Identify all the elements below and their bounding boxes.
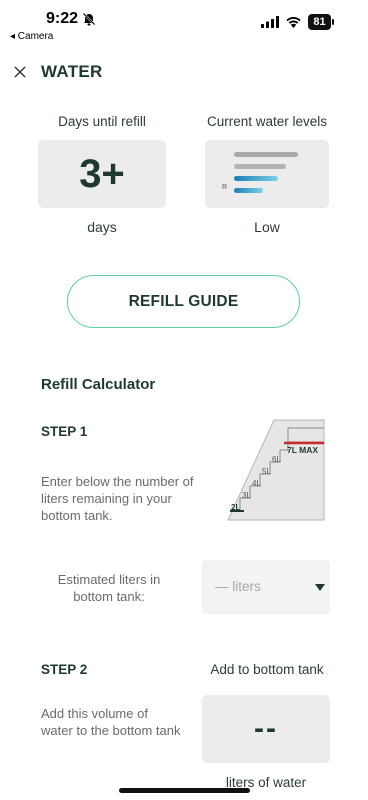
level-bar-1 (234, 152, 298, 157)
status-bar: 9:22 ◂ Camera 81 (0, 0, 368, 44)
wifi-icon (286, 17, 301, 28)
step1-instructions: Enter below the number of liters remaini… (41, 474, 194, 523)
dropdown-arrow-icon (315, 584, 325, 591)
calculator-title: Refill Calculator (41, 376, 156, 393)
refill-days-card: 3+ (38, 140, 166, 208)
level-bar-3 (234, 176, 278, 181)
home-indicator[interactable] (119, 788, 250, 793)
step2-title: STEP 2 (41, 662, 88, 677)
tank-label-7l-max: 7L MAX (287, 445, 318, 455)
add-volume-value: -- (254, 712, 278, 745)
refill-days-unit: days (87, 219, 117, 235)
level-marker: R (222, 184, 227, 191)
add-to-tank-label: Add to bottom tank (210, 662, 324, 677)
refill-days-value: 3+ (79, 151, 125, 196)
page-title: WATER (41, 62, 103, 81)
close-icon[interactable] (12, 64, 28, 80)
refill-guide-button[interactable]: REFILL GUIDE (67, 275, 300, 328)
clock: 9:22 (46, 10, 79, 27)
tank-label-5l: 5L (262, 467, 271, 476)
bell-slash-icon (82, 12, 96, 26)
refill-days-label: Days until refill (58, 114, 146, 129)
water-levels-label: Current water levels (206, 114, 328, 129)
tank-label-3l: 3L (242, 491, 251, 500)
add-volume-card: -- (202, 695, 330, 763)
liters-dropdown[interactable]: — liters (202, 560, 330, 614)
level-bar-2 (234, 164, 286, 169)
cellular-signal-icon (261, 16, 279, 28)
estimated-liters-label: Estimated liters in bottom tank: (57, 572, 161, 604)
battery-icon: 81 (308, 14, 334, 30)
level-bar-4 (234, 188, 263, 193)
dropdown-value: — liters (215, 579, 261, 594)
step2-instructions: Add this volume of water to the bottom t… (41, 706, 181, 738)
tank-label-4l: 4L (252, 479, 261, 488)
water-level-status: Low (254, 219, 280, 235)
tank-staircase-diagram: 2L 3L 4L 5L 6L 7L MAX (227, 419, 325, 521)
back-to-app-link[interactable]: ◂ Camera (10, 31, 53, 42)
battery-level: 81 (308, 14, 331, 30)
step1-title: STEP 1 (41, 424, 88, 439)
water-levels-card: R (205, 140, 329, 208)
water-level-indicator: R (222, 152, 298, 193)
tank-label-2l: 2L (231, 503, 240, 512)
tank-label-6l: 6L (272, 455, 281, 464)
header: WATER (0, 56, 368, 90)
